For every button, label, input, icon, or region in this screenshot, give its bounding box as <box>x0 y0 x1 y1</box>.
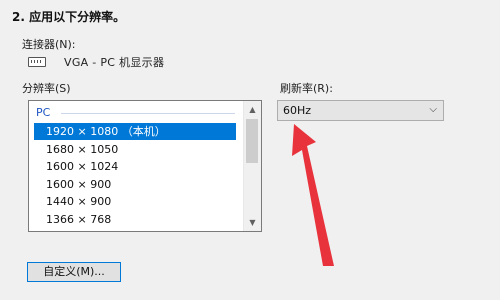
refresh-rate-dropdown[interactable]: 60Hz ⌵ <box>277 100 444 121</box>
monitor-entry: VGA - PC 机显示器 <box>28 54 164 70</box>
refresh-rate-label: 刷新率(R): <box>280 82 333 95</box>
connector-label: 连接器(N): <box>22 38 76 51</box>
resolution-listbox[interactable]: PC 1920 × 1080 （本机） 1680 × 1050 1600 × 102… <box>28 100 262 232</box>
monitor-name: VGA - PC 机显示器 <box>64 56 165 69</box>
scroll-up-icon[interactable]: ▲ <box>244 101 261 118</box>
vga-connector-icon <box>28 57 46 67</box>
refresh-rate-value: 60Hz <box>283 104 312 117</box>
chevron-down-icon: ⌵ <box>429 104 437 115</box>
scroll-down-icon[interactable]: ▼ <box>244 214 261 231</box>
resolution-item[interactable]: 1366 × 768 <box>34 211 236 228</box>
resolution-item[interactable]: 1920 × 1080 （本机） <box>34 123 236 140</box>
resolution-list: 1920 × 1080 （本机） 1680 × 1050 1600 × 1024 16… <box>34 123 236 232</box>
scroll-thumb[interactable] <box>246 119 258 163</box>
listbox-scrollbar[interactable]: ▲ ▼ <box>243 101 261 231</box>
resolution-item[interactable]: 1600 × 900 <box>34 176 236 193</box>
custom-resolution-button[interactable]: 自定义(M)... <box>27 262 121 282</box>
resolution-item[interactable]: 1680 × 1050 <box>34 141 236 158</box>
group-divider <box>61 113 235 114</box>
resolution-item[interactable]: 1360 × 768 <box>34 229 236 232</box>
resolution-item[interactable]: 1600 × 1024 <box>34 158 236 175</box>
resolution-item[interactable]: 1440 × 900 <box>34 193 236 210</box>
section-title: 2. 应用以下分辨率。 <box>12 10 126 24</box>
resolution-group-header: PC <box>36 106 51 119</box>
resolution-label: 分辨率(S) <box>22 82 71 95</box>
